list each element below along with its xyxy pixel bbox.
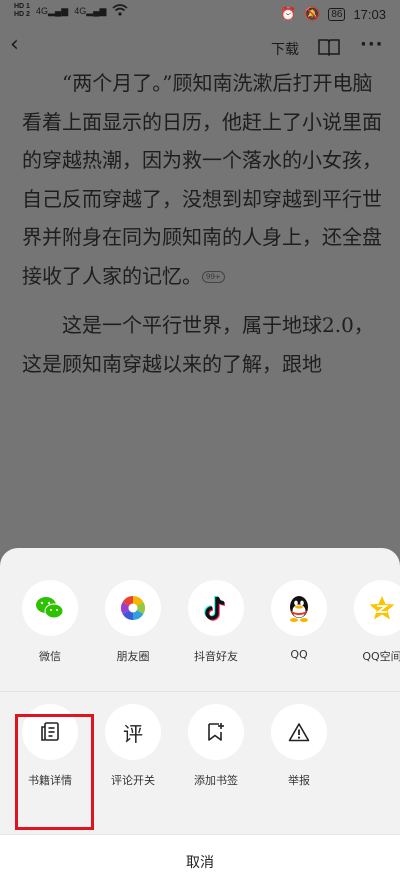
comment-toggle-icon: 评	[105, 704, 161, 760]
share-label: 朋友圈	[116, 650, 150, 663]
share-wechat[interactable]: 微信	[22, 580, 78, 664]
mute-icon: 🔕	[304, 6, 321, 21]
battery-indicator: 86	[328, 7, 346, 21]
signal-icon: 4G▂▄▆	[35, 5, 69, 16]
back-icon[interactable]: ‹	[10, 32, 19, 57]
paragraph: “两个月了。”顾知南洗漱后打开电脑看着上面显示的日历，他赶上了小说里面的穿越热潮…	[22, 71, 382, 288]
action-label: 评论开关	[111, 774, 155, 787]
bookmark-add-icon	[188, 704, 244, 760]
previous-line-fragment	[22, 56, 382, 64]
share-qzone[interactable]: QQ空间	[354, 580, 400, 664]
share-douyin[interactable]: 抖音好友	[188, 580, 244, 664]
share-label: QQ	[290, 648, 308, 661]
alarm-icon: ⏰	[279, 6, 297, 21]
wifi-icon	[112, 3, 128, 19]
share-label: QQ空间	[362, 650, 400, 663]
comment-count-badge[interactable]: 99+	[202, 271, 225, 283]
share-qq[interactable]: QQ	[271, 580, 327, 664]
sim2-label: HD 2	[14, 11, 30, 18]
action-label: 举报	[288, 774, 310, 787]
reader-content: “两个月了。”顾知南洗漱后打开电脑看着上面显示的日历，他赶上了小说里面的穿越热潮…	[22, 56, 382, 383]
cancel-button[interactable]: 取消	[0, 834, 400, 889]
share-label: 抖音好友	[194, 650, 238, 663]
highlight-box	[15, 714, 94, 830]
qq-icon	[271, 580, 327, 636]
wechat-icon	[22, 580, 78, 636]
share-moments[interactable]: 朋友圈	[105, 580, 161, 664]
divider	[0, 691, 400, 692]
paragraph: 这是一个平行世界，属于地球2.0，这是顾知南穿越以来的了解，跟地	[22, 313, 374, 376]
report-icon	[271, 704, 327, 760]
signal-icon: 4G▂▄▆	[74, 5, 107, 16]
more-icon[interactable]: ···	[360, 34, 384, 55]
moments-icon	[105, 580, 161, 636]
clock: 17:03	[353, 6, 386, 22]
action-add-bookmark[interactable]: 添加书签	[188, 704, 244, 788]
action-report[interactable]: 举报	[271, 704, 327, 788]
qzone-icon	[354, 580, 400, 636]
action-label: 添加书签	[194, 774, 238, 787]
status-bar: HD 1 HD 2 4G▂▄▆ 4G▂▄▆ ⏰ 🔕 86 17:03	[0, 0, 400, 30]
action-comment-toggle[interactable]: 评 评论开关	[105, 704, 161, 788]
share-label: 微信	[39, 650, 61, 663]
sim1-label: HD 1	[14, 3, 30, 10]
share-targets-row: 微信 朋友圈 抖音好友 QQ QQ空间	[22, 580, 400, 664]
douyin-icon	[188, 580, 244, 636]
